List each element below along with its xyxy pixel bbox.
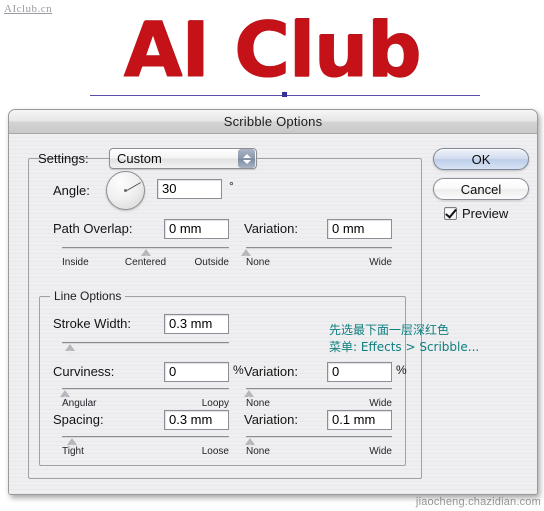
path-overlap-tick-inside: Inside bbox=[62, 257, 89, 268]
spacing-variation-label: Variation: bbox=[244, 412, 298, 427]
artwork-headline-text: AI Club bbox=[123, 5, 422, 94]
chevron-updown-icon[interactable] bbox=[238, 149, 255, 168]
settings-dropdown-value: Custom bbox=[117, 151, 162, 166]
preview-checkbox[interactable] bbox=[444, 207, 457, 220]
curviness-tick-angular: Angular bbox=[62, 398, 97, 409]
path-overlap-label: Path Overlap: bbox=[53, 221, 133, 236]
path-overlap-slider[interactable]: Inside Centered Outside bbox=[62, 246, 229, 268]
curviness-variation-slider[interactable]: None Wide bbox=[243, 387, 392, 409]
scribble-options-dialog: Scribble Options Settings: Custom Angle:… bbox=[8, 109, 538, 495]
spacing-input[interactable]: 0.3 mm bbox=[164, 410, 229, 430]
ok-button[interactable]: OK bbox=[433, 148, 529, 170]
slider-track bbox=[62, 342, 229, 344]
angle-label: Angle: bbox=[53, 183, 90, 198]
spacing-tick-tight: Tight bbox=[62, 446, 84, 457]
curviness-variation-label: Variation: bbox=[244, 364, 298, 379]
artwork-anchor-point bbox=[282, 92, 287, 97]
stroke-width-input[interactable]: 0.3 mm bbox=[164, 314, 229, 334]
curviness-unit-label: % bbox=[233, 363, 244, 377]
slider-track bbox=[62, 388, 229, 390]
angle-dial-control[interactable] bbox=[106, 171, 145, 210]
curviness-input[interactable]: 0 bbox=[164, 362, 229, 382]
spacing-variation-slider[interactable]: None Wide bbox=[245, 435, 392, 457]
spacing-slider[interactable]: Tight Loose bbox=[62, 435, 229, 457]
angle-input[interactable]: 30 bbox=[157, 179, 222, 199]
spacing-label: Spacing: bbox=[53, 412, 104, 427]
curviness-variation-tick-none: None bbox=[246, 398, 270, 409]
curviness-variation-unit-label: % bbox=[396, 363, 407, 377]
curviness-slider[interactable]: Angular Loopy bbox=[60, 387, 229, 409]
slider-thumb[interactable] bbox=[243, 390, 254, 401]
path-overlap-variation-slider[interactable]: None Wide bbox=[241, 246, 392, 268]
line-options-group-label: Line Options bbox=[50, 289, 126, 303]
stroke-width-label: Stroke Width: bbox=[53, 316, 132, 331]
path-overlap-variation-tick-wide: Wide bbox=[369, 257, 392, 268]
angle-dial-needle bbox=[125, 181, 141, 191]
curviness-label: Curviness: bbox=[53, 364, 115, 379]
slider-thumb[interactable] bbox=[241, 249, 251, 260]
angle-unit-label: ° bbox=[229, 179, 234, 193]
curviness-variation-input[interactable]: 0 bbox=[327, 362, 392, 382]
tutorial-annotation: 先选最下面一层深红色 菜单: Effects > Scribble... bbox=[329, 322, 479, 356]
settings-label: Settings: bbox=[38, 151, 89, 166]
curviness-variation-tick-wide: Wide bbox=[369, 398, 392, 409]
slider-thumb[interactable] bbox=[65, 344, 76, 355]
path-overlap-input[interactable]: 0 mm bbox=[164, 219, 229, 239]
curviness-tick-loopy: Loopy bbox=[201, 398, 229, 409]
dialog-titlebar[interactable]: Scribble Options bbox=[9, 110, 537, 134]
annotation-line-2: 菜单: Effects > Scribble... bbox=[329, 340, 480, 354]
path-overlap-variation-input[interactable]: 0 mm bbox=[327, 219, 392, 239]
slider-thumb[interactable] bbox=[245, 438, 256, 449]
slider-track bbox=[246, 388, 392, 390]
spacing-tick-loose: Loose bbox=[201, 446, 229, 457]
angle-dial-hub bbox=[124, 189, 127, 192]
slider-thumb[interactable] bbox=[60, 390, 71, 401]
chevron-up-icon bbox=[242, 153, 251, 158]
stroke-width-slider[interactable] bbox=[62, 341, 229, 357]
spacing-variation-input[interactable]: 0.1 mm bbox=[327, 410, 392, 430]
spacing-variation-tick-wide: Wide bbox=[369, 446, 392, 457]
slider-track bbox=[246, 436, 392, 438]
slider-thumb[interactable] bbox=[140, 249, 151, 260]
path-overlap-variation-label: Variation: bbox=[244, 221, 298, 236]
cancel-button[interactable]: Cancel bbox=[433, 178, 529, 200]
dialog-body: Settings: Custom Angle: 30 ° Path Overla… bbox=[9, 134, 537, 494]
preview-checkbox-row[interactable]: Preview bbox=[444, 206, 508, 221]
dialog-title: Scribble Options bbox=[223, 114, 323, 129]
slider-track bbox=[246, 247, 392, 249]
path-overlap-tick-outside: Outside bbox=[194, 257, 229, 268]
settings-dropdown[interactable]: Custom bbox=[109, 148, 257, 169]
preview-label: Preview bbox=[462, 206, 509, 221]
path-overlap-tick-centered: Centered bbox=[124, 257, 167, 268]
slider-thumb[interactable] bbox=[67, 438, 78, 449]
path-overlap-variation-tick-none: None bbox=[246, 257, 270, 268]
annotation-line-1: 先选最下面一层深红色 bbox=[329, 323, 450, 337]
spacing-variation-tick-none: None bbox=[246, 446, 270, 457]
slider-track bbox=[62, 436, 229, 438]
chevron-down-icon bbox=[242, 159, 251, 164]
